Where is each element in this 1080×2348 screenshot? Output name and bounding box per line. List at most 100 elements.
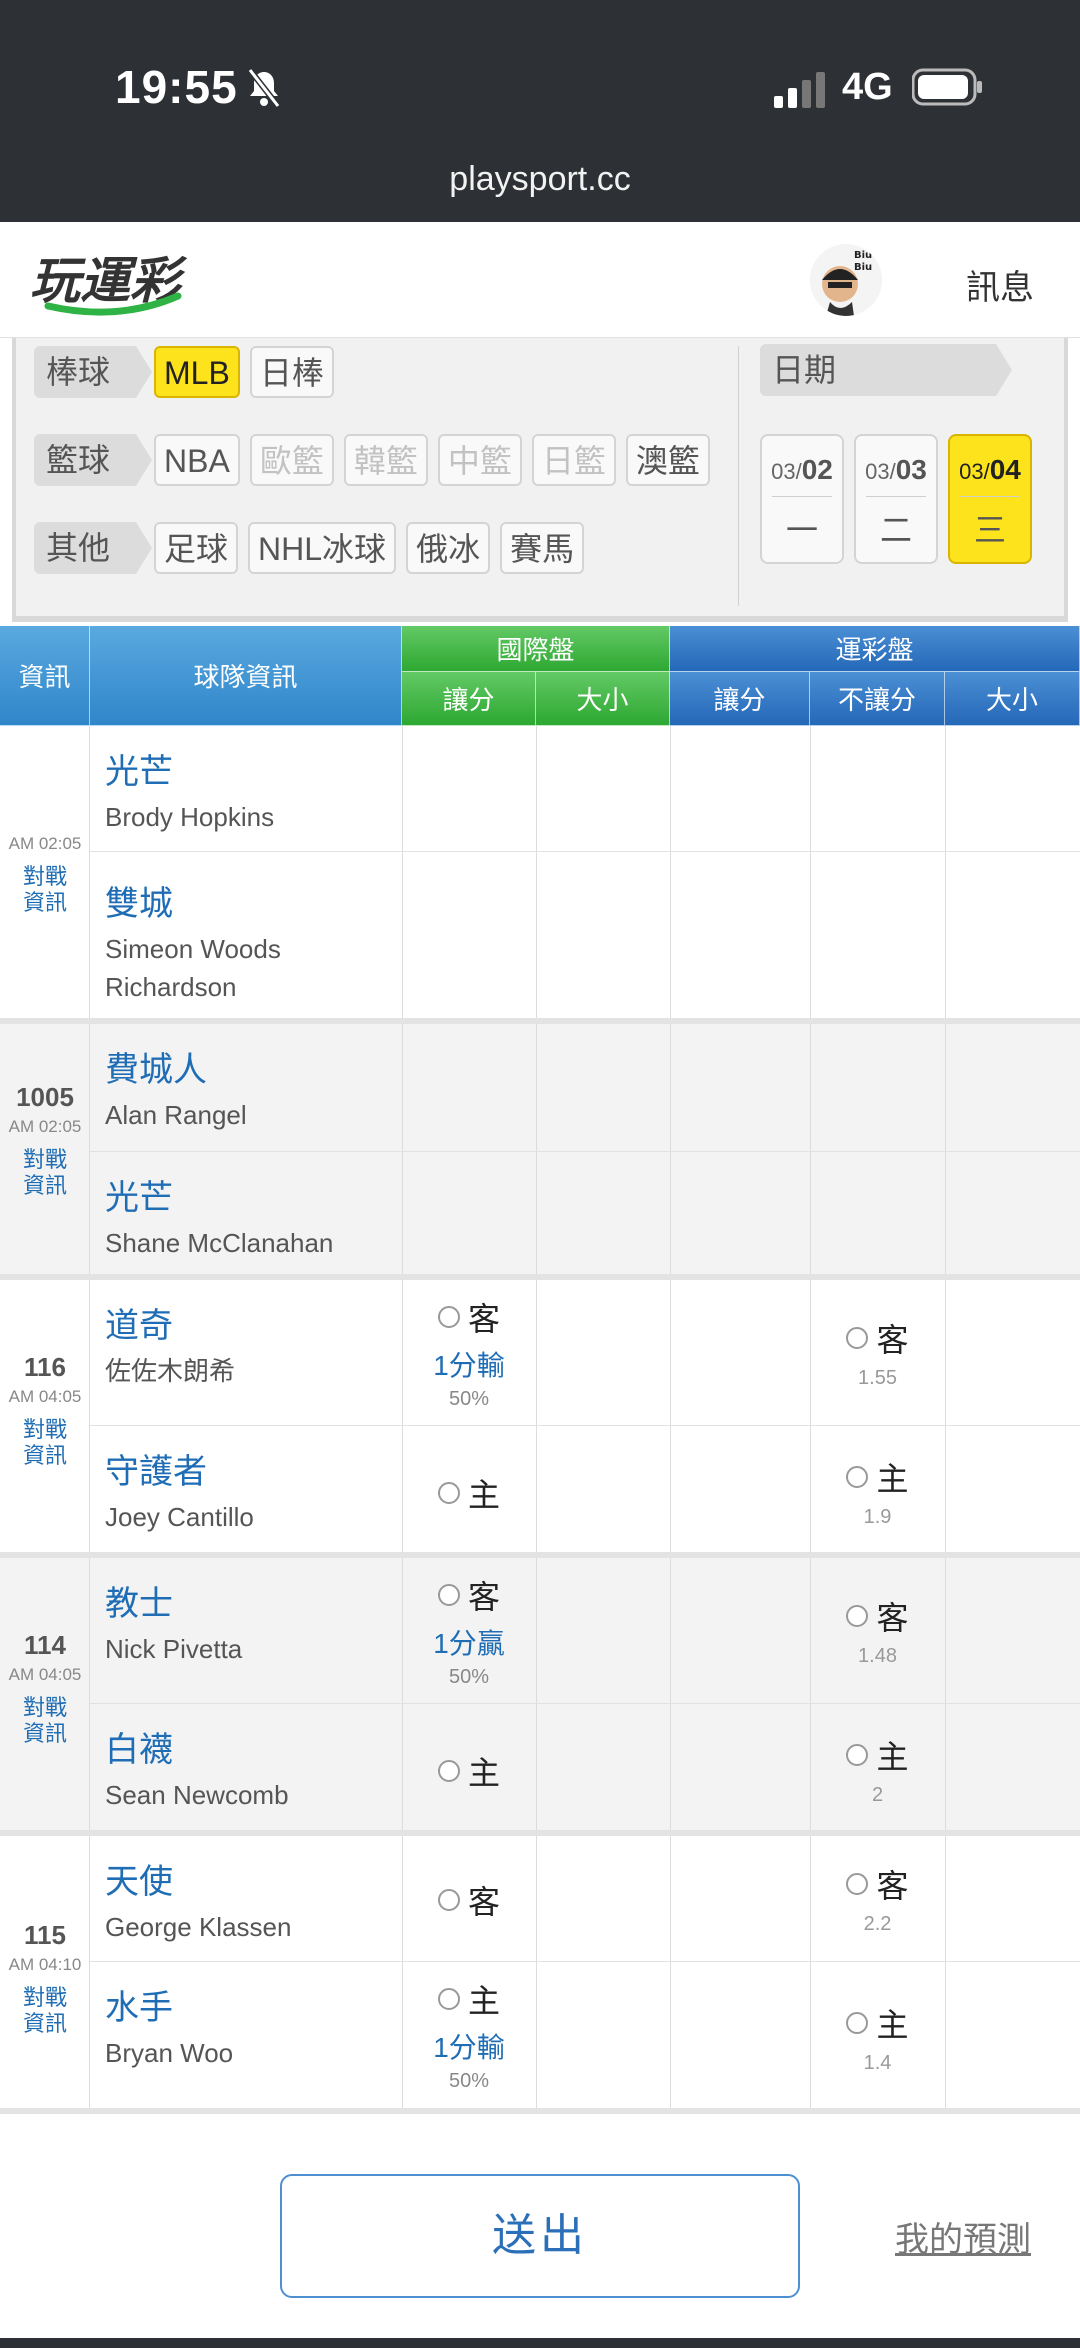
pitcher-name: Bryan Woo bbox=[105, 2038, 234, 2068]
intl-spread-radio[interactable] bbox=[437, 1988, 460, 2010]
team-name[interactable]: 雙城 bbox=[105, 876, 173, 925]
bet-side: 客 bbox=[876, 1868, 909, 1904]
intl-spread-cell: 客 1分輸 50% bbox=[402, 1294, 536, 1411]
game-number: 115 bbox=[24, 1920, 66, 1950]
pitcher-name: Joey Cantillo bbox=[105, 1502, 254, 1532]
matchup-info-link[interactable]: 對戰 資訊 bbox=[0, 1985, 90, 2037]
odds-value: 1.55 bbox=[858, 1367, 897, 1389]
filter-category-label: 其他 bbox=[34, 522, 153, 574]
date-weekday: 二 bbox=[879, 512, 912, 548]
team-name[interactable]: 光芒 bbox=[105, 744, 173, 793]
intl-spread-radio[interactable] bbox=[437, 1306, 460, 1328]
team-row: 雙城 Simeon Woods Richardson bbox=[90, 852, 1080, 1018]
site-logo[interactable]: 玩運彩 bbox=[28, 246, 238, 318]
header-intl: 國際盤 bbox=[402, 626, 670, 672]
game-time: AM 04:05 bbox=[8, 1665, 82, 1684]
game-time: AM 04:10 bbox=[8, 1955, 82, 1974]
team-row: 白襪 Sean Newcomb 主主 2 bbox=[90, 1704, 1080, 1836]
filter-chip[interactable]: 俄冰 bbox=[406, 522, 491, 574]
team-name[interactable]: 白襪 bbox=[105, 1722, 173, 1771]
sport-nospread-radio[interactable] bbox=[846, 1605, 869, 1627]
sport-nospread-radio[interactable] bbox=[846, 1744, 869, 1766]
game-block: 1005 AM 02:05 對戰 資訊 費城人 Alan Rangel 光芒 Shane M… bbox=[0, 1024, 1080, 1280]
pitcher-name: Sean Newcomb bbox=[105, 1780, 289, 1810]
svg-text:Biu: Biu bbox=[854, 250, 872, 261]
user-avatar[interactable]: Biu Biu bbox=[810, 244, 882, 316]
intl-spread-cell: 主 bbox=[402, 1748, 536, 1794]
header-intl-spread: 讓分 bbox=[402, 672, 536, 726]
filter-category-label: 棒球 bbox=[34, 346, 153, 398]
date-tile[interactable]: 03/03 二 bbox=[854, 434, 938, 564]
intl-spread-radio[interactable] bbox=[437, 1889, 460, 1911]
team-row: 教士 Nick Pivetta 客 1分贏 50% 客 1.48 bbox=[90, 1558, 1080, 1704]
team-row: 光芒 Brody Hopkins bbox=[90, 726, 1080, 852]
filter-chip[interactable]: NBA bbox=[154, 434, 240, 486]
matchup-info-link[interactable]: 對戰 資訊 bbox=[0, 1147, 90, 1199]
filter-chip[interactable]: 日籃 bbox=[531, 434, 616, 486]
spread-percent: 50% bbox=[448, 1388, 490, 1410]
sport-nospread-radio[interactable] bbox=[846, 1466, 869, 1488]
submit-button[interactable]: 送出 bbox=[280, 2174, 800, 2298]
messages-link[interactable]: 訊息 bbox=[966, 260, 1034, 309]
team-row: 光芒 Shane McClanahan bbox=[90, 1152, 1080, 1280]
filter-chip[interactable]: 中籃 bbox=[437, 434, 522, 486]
bet-side: 客 bbox=[467, 1884, 500, 1920]
filter-chip[interactable]: MLB bbox=[154, 346, 240, 398]
team-name[interactable]: 守護者 bbox=[105, 1444, 207, 1493]
odds-value: 2.2 bbox=[863, 1913, 892, 1935]
odds-value: 1.4 bbox=[863, 2052, 892, 2074]
team-name[interactable]: 光芒 bbox=[105, 1170, 173, 1219]
team-name[interactable]: 費城人 bbox=[105, 1042, 207, 1091]
date-tile[interactable]: 03/02 一 bbox=[760, 434, 844, 564]
date-divider bbox=[772, 496, 832, 497]
intl-spread-radio[interactable] bbox=[437, 1584, 460, 1606]
team-name[interactable]: 天使 bbox=[105, 1854, 173, 1903]
filter-chip[interactable]: 歐籃 bbox=[249, 434, 334, 486]
team-name[interactable]: 道奇 bbox=[105, 1298, 173, 1347]
filter-chip[interactable]: 賽馬 bbox=[500, 522, 585, 574]
bet-side: 主 bbox=[467, 1983, 500, 2019]
bet-side: 主 bbox=[467, 1755, 500, 1791]
game-info: AM 02:05 對戰 資訊 bbox=[0, 726, 90, 1018]
team-row: 天使 George Klassen 客 客 2.2 bbox=[90, 1836, 1080, 1962]
header-info: 資訊 bbox=[0, 626, 90, 726]
date-weekday: 三 bbox=[973, 512, 1006, 548]
matchup-info-link[interactable]: 對戰 資訊 bbox=[0, 1417, 90, 1469]
intl-spread-cell: 主 bbox=[402, 1470, 536, 1516]
header-sport-total: 大小 bbox=[945, 672, 1080, 726]
team-row: 費城人 Alan Rangel bbox=[90, 1024, 1080, 1152]
team-row: 水手 Bryan Woo 主 1分輸 50% 主 1.4 bbox=[90, 1962, 1080, 2114]
date-category-label: 日期 bbox=[760, 344, 1012, 396]
filter-chip[interactable]: NHL冰球 bbox=[248, 522, 397, 574]
intl-spread-radio[interactable] bbox=[437, 1760, 460, 1782]
filter-panel: 日期 棒球 MLB 日棒 籃球 NBA 歐籃 韓籃 中籃 日籃 澳籃 其他 足球 NHL冰球 俄冰 賽馬 03… bbox=[12, 338, 1068, 622]
matchup-info-link[interactable]: 對戰 資訊 bbox=[0, 1695, 90, 1747]
date-text: 03/03 bbox=[865, 454, 927, 485]
spread-line: 1分贏 bbox=[433, 1628, 505, 1659]
team-name[interactable]: 水手 bbox=[105, 1980, 173, 2029]
sport-nospread-cell: 主 1.4 bbox=[810, 2000, 945, 2075]
my-predictions-link[interactable]: 我的預測 bbox=[895, 2212, 1031, 2261]
filter-chip[interactable]: 足球 bbox=[154, 522, 239, 574]
date-tile[interactable]: 03/04 三 bbox=[948, 434, 1032, 564]
spread-line: 1分輸 bbox=[433, 2032, 505, 2063]
bet-side: 主 bbox=[876, 2007, 909, 2043]
odds-value: 1.48 bbox=[858, 1645, 897, 1667]
matchup-info-link[interactable]: 對戰 資訊 bbox=[0, 864, 90, 916]
filter-row: 棒球 MLB 日棒 bbox=[34, 344, 344, 400]
sport-nospread-radio[interactable] bbox=[846, 1873, 869, 1895]
filter-row: 其他 足球 NHL冰球 俄冰 賽馬 bbox=[34, 520, 594, 576]
odds-value: 1.9 bbox=[863, 1506, 892, 1528]
filter-chip[interactable]: 日棒 bbox=[249, 346, 334, 398]
date-weekday: 一 bbox=[785, 512, 818, 548]
spread-line: 1分輸 bbox=[433, 1350, 505, 1381]
intl-spread-radio[interactable] bbox=[437, 1482, 460, 1504]
url-bar[interactable]: playsport.cc bbox=[0, 160, 1080, 199]
sport-nospread-radio[interactable] bbox=[846, 2012, 869, 2034]
filter-chip[interactable]: 澳籃 bbox=[625, 434, 710, 486]
sport-nospread-radio[interactable] bbox=[846, 1327, 869, 1349]
team-name[interactable]: 教士 bbox=[105, 1576, 173, 1625]
pitcher-name: Simeon Woods Richardson bbox=[105, 934, 281, 1002]
filter-chip[interactable]: 韓籃 bbox=[343, 434, 428, 486]
pitcher-name: Alan Rangel bbox=[105, 1100, 247, 1130]
